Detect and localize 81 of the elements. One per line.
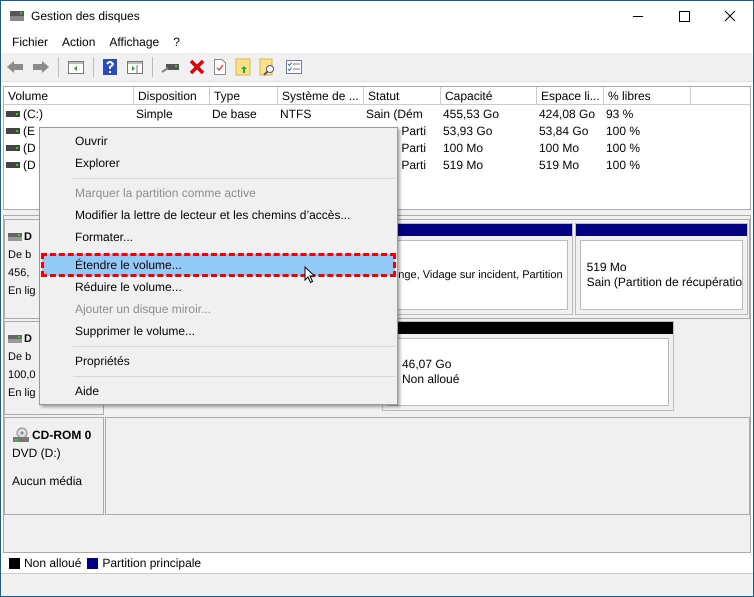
partition[interactable]: 46,07 Go Non alloué bbox=[382, 321, 674, 411]
table-cell: 100 % bbox=[606, 140, 640, 154]
table-cell: 53,84 Go bbox=[539, 124, 588, 138]
partition[interactable]: 519 Mo Sain (Partition de récupératio bbox=[574, 223, 748, 315]
table-cell: 100 Mo bbox=[443, 140, 484, 154]
table-cell: (C:) bbox=[23, 106, 43, 120]
partition-info: 46,07 Go bbox=[402, 357, 452, 372]
table-cell: NTFS bbox=[280, 106, 312, 120]
folder-up-icon[interactable] bbox=[235, 58, 251, 76]
panel-icon[interactable] bbox=[67, 59, 85, 75]
table-cell: 93 % bbox=[606, 106, 634, 120]
column-header[interactable]: Volume bbox=[4, 87, 134, 105]
column-header[interactable]: % libres bbox=[604, 87, 691, 105]
delete-icon[interactable] bbox=[189, 59, 205, 75]
forward-arrow-icon[interactable] bbox=[32, 59, 50, 75]
legend-label: Partition principale bbox=[102, 556, 202, 570]
menu-item[interactable]: Réduire le volume... bbox=[42, 276, 395, 298]
disk-info: En lig bbox=[8, 284, 36, 299]
table-cell: 424,08 Go bbox=[539, 106, 596, 120]
table-cell: 519 Mo bbox=[443, 158, 484, 172]
table-cell: (D bbox=[23, 158, 36, 172]
cd-drive-icon bbox=[12, 427, 30, 443]
disk-info: 100,0 bbox=[8, 368, 36, 383]
table-cell: 53,93 Go bbox=[443, 124, 492, 138]
table-cell: (D bbox=[23, 140, 36, 154]
menu-item[interactable]: Formater... bbox=[42, 226, 395, 248]
mouse-cursor-icon bbox=[304, 266, 316, 284]
disk-info: En lig bbox=[8, 386, 36, 401]
column-header[interactable]: Statut bbox=[364, 87, 441, 105]
menu-item[interactable]: Ouvrir bbox=[42, 130, 395, 152]
disk-info: Aucun média bbox=[12, 473, 82, 490]
drive-icon bbox=[6, 144, 20, 150]
disk-drive-icon bbox=[8, 335, 22, 343]
table-cell: 455,53 Go bbox=[443, 106, 500, 120]
help-icon[interactable] bbox=[102, 58, 118, 76]
menu-item[interactable]: Affichage bbox=[102, 35, 166, 49]
panel-icon[interactable] bbox=[126, 59, 144, 75]
drive-icon bbox=[6, 128, 20, 134]
table-cell: 100 % bbox=[606, 158, 640, 172]
menu-item[interactable]: Étendre le volume... bbox=[42, 254, 395, 276]
partition-info: 519 Mo bbox=[586, 260, 628, 275]
disk-info: DVD (D:) bbox=[12, 445, 61, 462]
search-folder-icon[interactable] bbox=[259, 58, 277, 76]
disk-name: D bbox=[24, 230, 32, 245]
column-header[interactable]: Disposition bbox=[134, 87, 210, 105]
table-cell: Parti bbox=[401, 140, 426, 154]
menu-item[interactable]: ? bbox=[166, 35, 187, 49]
table-cell: 100 Mo bbox=[539, 140, 580, 154]
partition-info: nge, Vidage sur incident, Partition bbox=[398, 268, 563, 282]
column-header[interactable]: Espace li... bbox=[537, 87, 604, 105]
table-cell: Parti bbox=[401, 124, 426, 138]
column-header[interactable]: Capacité bbox=[441, 87, 537, 105]
table-cell: Sain (Dém bbox=[366, 106, 423, 120]
disk-info: De b bbox=[8, 350, 32, 365]
disk-drive-icon bbox=[8, 233, 22, 241]
checked-document-icon[interactable] bbox=[213, 58, 227, 76]
table-cell: Simple bbox=[136, 106, 173, 120]
menu-item[interactable]: Fichier bbox=[5, 35, 56, 49]
table-cell: 519 Mo bbox=[539, 158, 580, 172]
disk-info: 456, bbox=[8, 266, 30, 281]
column-header[interactable]: Système de ... bbox=[278, 87, 364, 105]
window-title: Gestion des disques bbox=[31, 9, 141, 23]
column-header[interactable]: Type bbox=[210, 87, 278, 105]
checklist-icon[interactable] bbox=[285, 59, 303, 75]
legend-label: Non alloué bbox=[24, 556, 82, 570]
menu-item[interactable]: Explorer bbox=[42, 152, 395, 174]
menu-item[interactable]: Modifier la lettre de lecteur et les chemins d’accès... bbox=[42, 204, 395, 226]
disk-name: CD-ROM 0 bbox=[32, 427, 92, 444]
disk-drive-icon bbox=[9, 10, 25, 22]
table-cell: (E bbox=[23, 124, 35, 138]
menu-item[interactable]: Action bbox=[55, 35, 102, 49]
drive-icon bbox=[6, 110, 20, 116]
table-cell: De base bbox=[212, 106, 257, 120]
table-cell: Parti bbox=[401, 158, 426, 172]
disk-name: D bbox=[24, 332, 32, 347]
partition-info: Sain (Partition de récupératio bbox=[586, 275, 742, 290]
drive-icon bbox=[6, 162, 20, 168]
back-arrow-icon[interactable] bbox=[6, 59, 24, 75]
table-cell: 100 % bbox=[606, 124, 640, 138]
partition-info: Non alloué bbox=[402, 372, 460, 387]
disk-info: De b bbox=[8, 248, 32, 263]
